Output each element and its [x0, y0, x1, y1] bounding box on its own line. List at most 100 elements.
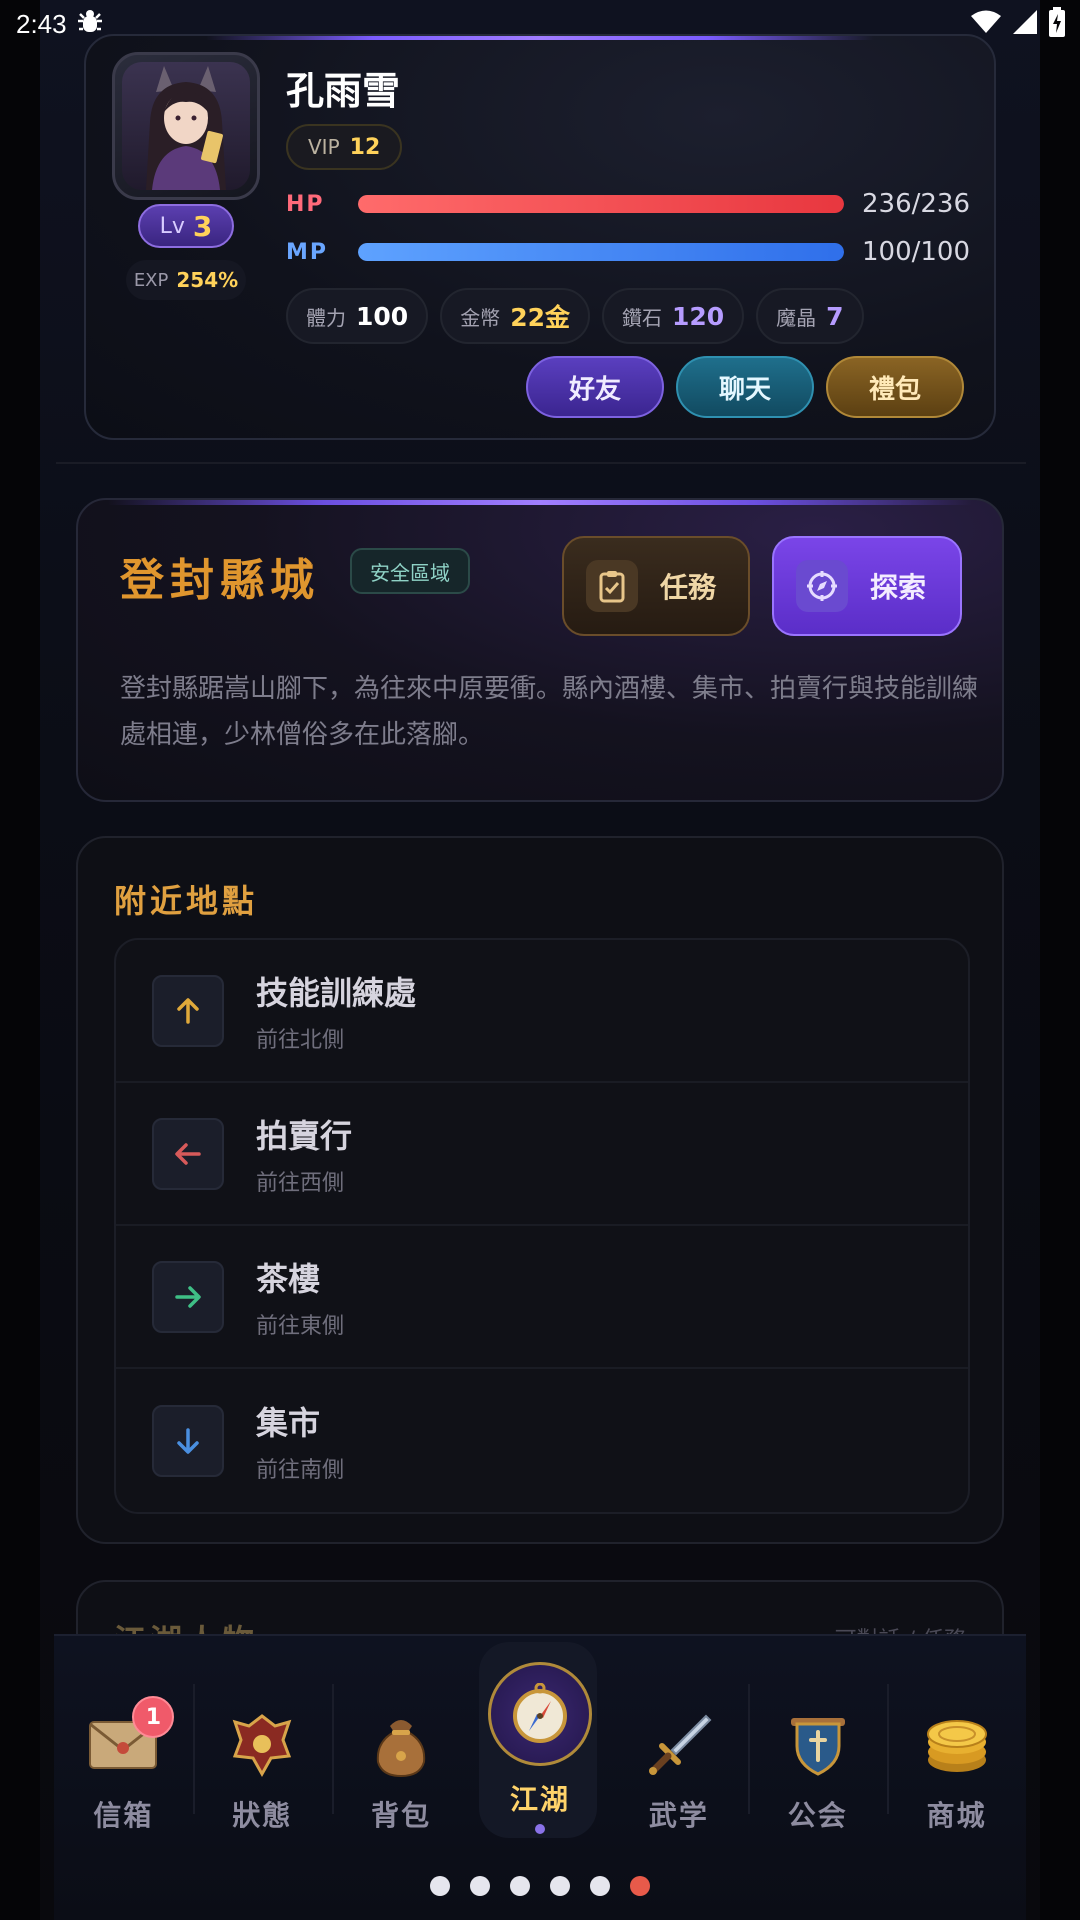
mp-label: MP — [286, 239, 329, 265]
stat-label: 魔晶 — [776, 305, 817, 330]
nearby-item-market[interactable]: 集市 前往南側 — [116, 1369, 968, 1512]
wifi-icon — [970, 9, 1002, 39]
location-title: 登封縣城 — [120, 555, 320, 606]
guild-shield-icon — [781, 1708, 855, 1782]
page-dot[interactable] — [550, 1876, 570, 1896]
nearby-places-card: 附近地點 技能訓練處 前往北側 拍賣行 前往西側 茶樓 前往東側 集市 前往南側 — [76, 836, 1004, 1544]
stat-label: 體力 — [306, 305, 346, 330]
sword-icon — [642, 1708, 716, 1782]
nav-shop[interactable]: 商城 — [887, 1636, 1026, 1856]
stat-value: 7 — [826, 301, 844, 331]
vip-level: 12 — [349, 134, 381, 160]
explore-label: 探索 — [870, 571, 927, 604]
active-indicator-dot — [535, 1824, 545, 1834]
hp-row: HP 236/236 — [286, 184, 976, 224]
mail-icon: 1 — [86, 1696, 175, 1782]
nearby-title: 附近地點 — [114, 882, 259, 920]
stat-gold: 金幣 22金 — [440, 288, 590, 344]
vip-label: VIP — [308, 135, 340, 159]
debug-bug-icon — [75, 7, 105, 41]
vip-badge[interactable]: VIP 12 — [286, 124, 403, 170]
nearby-item-name: 集市 — [256, 1403, 321, 1442]
nav-status[interactable]: 狀態 — [192, 1636, 332, 1856]
nearby-item-teahouse[interactable]: 茶樓 前往東側 — [116, 1226, 968, 1369]
avatar[interactable] — [112, 52, 260, 200]
stat-label: 鑽石 — [621, 305, 662, 330]
exp-label: EXP — [133, 269, 169, 291]
nav-label: 商城 — [926, 1799, 987, 1832]
nav-label: 背包 — [371, 1799, 432, 1832]
exp-indicator: EXP 254% — [126, 260, 246, 300]
nav-label: 公会 — [787, 1799, 848, 1832]
clipboard-icon — [586, 560, 638, 612]
nav-label: 信箱 — [93, 1799, 154, 1832]
arrow-left-icon — [152, 1117, 224, 1190]
page-indicator — [0, 1876, 1080, 1896]
nav-backpack[interactable]: 背包 — [331, 1636, 471, 1856]
nearby-item-skill-training[interactable]: 技能訓練處 前往北側 — [116, 940, 968, 1083]
stat-label: 金幣 — [460, 305, 501, 330]
battery-icon — [1048, 7, 1066, 41]
nearby-item-direction: 前往西側 — [256, 1170, 345, 1196]
status-time: 2:43 — [16, 8, 67, 39]
friends-button[interactable]: 好友 — [526, 356, 664, 418]
nearby-item-direction: 前往南側 — [256, 1457, 345, 1483]
status-crest-icon — [225, 1708, 299, 1782]
mp-row: MP 100/100 — [286, 232, 976, 272]
arrow-up-icon — [152, 974, 224, 1047]
gift-pack-button[interactable]: 禮包 — [826, 356, 964, 418]
nav-mailbox[interactable]: 1 信箱 — [54, 1636, 193, 1856]
explore-button[interactable]: 探索 — [772, 536, 962, 636]
page-dot[interactable] — [590, 1876, 610, 1896]
stat-value: 22金 — [510, 303, 570, 332]
nav-jianghu[interactable]: 江湖 — [471, 1636, 610, 1856]
nearby-list: 技能訓練處 前往北側 拍賣行 前往西側 茶樓 前往東側 集市 前往南側 — [114, 938, 970, 1514]
location-description: 登封縣踞嵩山腳下，為往來中原要衝。縣內酒樓、集市、拍賣行與技能訓練處相連，少林僧… — [120, 674, 979, 750]
section-divider — [56, 462, 1026, 464]
nearby-item-auction-house[interactable]: 拍賣行 前往西側 — [116, 1083, 968, 1226]
coin-stack-icon — [920, 1708, 994, 1782]
quest-button[interactable]: 任務 — [562, 536, 750, 636]
unread-badge: 1 — [132, 1696, 175, 1738]
nearby-item-name: 拍賣行 — [256, 1116, 353, 1155]
nav-guild[interactable]: 公会 — [748, 1636, 887, 1856]
hp-label: HP — [286, 191, 325, 217]
status-bar: 2:43 — [0, 0, 1080, 48]
nearby-item-direction: 前往北側 — [256, 1027, 345, 1053]
mp-bar — [358, 243, 844, 261]
stat-value: 120 — [671, 301, 725, 331]
mp-value: 100/100 — [862, 237, 971, 267]
level-value: 3 — [192, 209, 213, 243]
exp-value: 254% — [176, 268, 239, 292]
nav-label: 江湖 — [510, 1783, 571, 1816]
stat-diamond: 鑽石 120 — [601, 288, 745, 344]
stat-value: 100 — [356, 301, 409, 331]
hp-bar-fill — [358, 195, 844, 213]
page-dot[interactable] — [430, 1876, 450, 1896]
bag-icon — [364, 1708, 438, 1782]
page-dot-active[interactable] — [630, 1876, 650, 1896]
safe-zone-badge: 安全區域 — [350, 548, 470, 594]
nav-label: 狀態 — [232, 1799, 293, 1832]
compass-target-icon — [796, 560, 848, 612]
nav-label: 武学 — [648, 1799, 709, 1832]
mp-bar-fill — [358, 243, 844, 261]
arrow-down-icon — [152, 1404, 224, 1477]
page-dot[interactable] — [470, 1876, 490, 1896]
character-portrait — [122, 62, 250, 190]
player-profile-card: Lv 3 EXP 254% 孔雨雪 VIP 12 HP 236/236 MP 1… — [84, 34, 996, 440]
player-name: 孔雨雪 — [286, 69, 401, 113]
stat-mana-crystal: 魔晶 7 — [756, 288, 864, 344]
nav-martial-arts[interactable]: 武学 — [609, 1636, 748, 1856]
resource-stats: 體力 100 金幣 22金 鑽石 120 魔晶 7 — [286, 288, 864, 344]
quest-label: 任務 — [660, 571, 717, 604]
signal-icon — [1012, 9, 1038, 39]
arrow-right-icon — [152, 1260, 224, 1333]
hp-value: 236/236 — [862, 189, 971, 219]
nearby-item-name: 技能訓練處 — [256, 973, 417, 1012]
hp-bar — [358, 195, 844, 213]
profile-actions: 好友 聊天 禮包 — [526, 356, 964, 418]
chat-button[interactable]: 聊天 — [676, 356, 814, 418]
page-dot[interactable] — [510, 1876, 530, 1896]
compass-icon — [488, 1662, 592, 1766]
